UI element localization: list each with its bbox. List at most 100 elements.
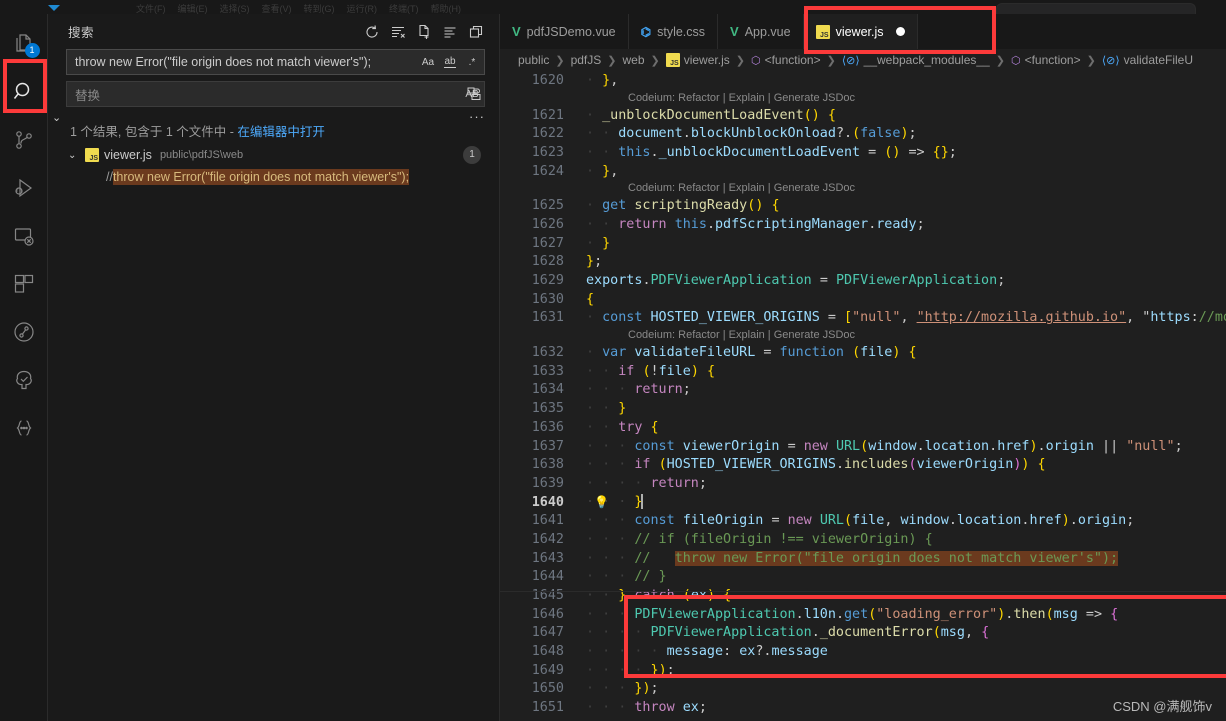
line-number: 1623 <box>531 144 564 160</box>
code-line[interactable]: 💡 1640 · · · } <box>500 493 1226 512</box>
code-line[interactable]: 1649 · · · · }); <box>500 661 1226 680</box>
sidebar-item-json-outline[interactable] <box>0 404 48 452</box>
menu-item-file[interactable]: 文件(F) <box>130 4 172 14</box>
toggle-replace-chevron[interactable]: ⌄ <box>52 111 61 124</box>
code-line[interactable]: 1621 · _unblockDocumentLoadEvent() { <box>500 106 1226 125</box>
code-line[interactable]: 1623 · · this._unblockDocumentLoadEvent =… <box>500 143 1226 162</box>
breadcrumb-item-webpack-modules[interactable]: __webpack_modules__ <box>864 53 990 67</box>
replace-input-wrap[interactable]: 替换 AB <box>66 81 485 107</box>
codelens-actions[interactable]: Codeium: Refactor | Explain | Generate J… <box>586 92 855 104</box>
code-line[interactable]: 1629 exports.PDFViewerApplication = PDFVi… <box>500 271 1226 290</box>
line-number: 1641 <box>531 513 564 529</box>
code-line[interactable]: 1625 · get scriptingReady() { <box>500 196 1226 215</box>
sidebar-item-extensions[interactable] <box>0 260 48 308</box>
replace-all-icon <box>467 87 481 100</box>
code-line[interactable]: 1644 · · · // } <box>500 568 1226 587</box>
result-file-name: viewer.js <box>104 148 152 162</box>
code-line[interactable]: 1627 · } <box>500 234 1226 253</box>
code-line[interactable]: 1635 · · } <box>500 399 1226 418</box>
code-line[interactable]: 1637 · · · const viewerOrigin = new URL(w… <box>500 437 1226 456</box>
tab-viewer-js[interactable]: JS viewer.js <box>803 6 996 54</box>
menu-item-help[interactable]: 帮助(H) <box>425 4 468 14</box>
replace-all-button[interactable] <box>463 82 485 104</box>
code-line[interactable]: 1632 · var validateFileURL = function (fi… <box>500 343 1226 362</box>
refresh-icon <box>366 24 378 38</box>
line-content: · · · · · message: ex?.message <box>586 644 828 660</box>
breadcrumb-item-public[interactable]: public <box>518 53 549 67</box>
tab-pdfjsdemo-vue[interactable]: V pdfJSDemo.vue <box>500 14 629 49</box>
result-file-row[interactable]: ⌄ JS viewer.js public\pdfJS\web 1 <box>48 144 499 166</box>
open-new-search-editor-button[interactable] <box>413 21 435 43</box>
codelens-actions[interactable]: Codeium: Refactor | Explain | Generate J… <box>586 182 855 194</box>
breadcrumb-item-viewerjs[interactable]: viewer.js <box>684 53 730 67</box>
sidebar-item-search[interactable] <box>0 68 48 116</box>
open-in-editor-link[interactable]: 在编辑器中打开 <box>237 125 325 139</box>
code-line[interactable]: 1645 · · } catch (ex) { <box>500 586 1226 605</box>
code-line[interactable]: 1633 · · if (!file) { <box>500 362 1226 381</box>
view-as-list-button[interactable] <box>439 21 461 43</box>
result-match-row[interactable]: // throw new Error("file origin does not… <box>48 166 499 188</box>
menu-item-run[interactable]: 运行(R) <box>341 4 384 14</box>
unsaved-indicator-icon[interactable] <box>895 27 905 36</box>
sidebar-item-gitlens[interactable] <box>0 308 48 356</box>
menu-item-terminal[interactable]: 终端(T) <box>383 4 425 14</box>
match-whole-word-toggle[interactable]: ab <box>440 52 460 72</box>
breadcrumb-item-pdfjs[interactable]: pdfJS <box>571 53 602 67</box>
code-line[interactable]: 1642 · · · // if (fileOrigin !== viewerOr… <box>500 530 1226 549</box>
code-line[interactable]: 1646 · · · PDFViewerApplication.l10n.get(… <box>500 605 1226 624</box>
code-editor[interactable]: 1620 · }, Codeium: Refactor | Explain | Ge… <box>500 71 1226 721</box>
breadcrumb-item-web[interactable]: web <box>622 53 644 67</box>
code-line[interactable]: 1638 · · · if (HOSTED_VIEWER_ORIGINS.incl… <box>500 455 1226 474</box>
toggle-search-details-button[interactable]: ··· <box>469 109 485 124</box>
search-input[interactable]: throw new Error("file origin does not ma… <box>75 55 418 69</box>
code-line[interactable]: 1630 { <box>500 290 1226 309</box>
code-line[interactable]: 1643 · · · // throw new Error("file origi… <box>500 549 1226 568</box>
code-line[interactable]: 1636 · · try { <box>500 418 1226 437</box>
sidebar-item-testing[interactable] <box>0 356 48 404</box>
codelens-actions[interactable]: Codeium: Refactor | Explain | Generate J… <box>586 329 855 341</box>
code-line[interactable]: 1624 · }, <box>500 162 1226 181</box>
code-line[interactable]: 1620 · }, <box>500 71 1226 90</box>
tab-app-vue[interactable]: V App.vue <box>718 14 804 49</box>
line-content: · · · const fileOrigin = new URL(file, w… <box>586 513 1135 529</box>
code-line[interactable]: 1626 · · return this.pdfScriptingManager.… <box>500 215 1226 234</box>
codelens-row[interactable]: Codeium: Refactor | Explain | Generate J… <box>500 90 1226 106</box>
menu-item-goto[interactable]: 转到(G) <box>298 4 341 14</box>
code-line[interactable]: 1628}; <box>500 253 1226 272</box>
collapse-all-button[interactable] <box>465 21 487 43</box>
menu-item-view[interactable]: 查看(V) <box>256 4 298 14</box>
js-file-icon: JS <box>815 24 830 39</box>
lightbulb-icon[interactable]: 💡 <box>594 495 609 509</box>
line-number: 1650 <box>531 681 564 697</box>
menu-item-select[interactable]: 选择(S) <box>214 4 256 14</box>
replace-input[interactable]: 替换 <box>75 85 462 104</box>
code-lines: 1620 · }, Codeium: Refactor | Explain | Ge… <box>500 71 1226 717</box>
menu-items[interactable]: 文件(F) 编辑(E) 选择(S) 查看(V) 转到(G) 运行(R) 终端(T… <box>130 2 467 14</box>
clear-search-results-button[interactable] <box>387 21 409 43</box>
breadcrumb-item-function-1[interactable]: <function> <box>765 53 821 67</box>
sidebar-item-explorer[interactable]: 1 <box>0 20 48 68</box>
breadcrumb-item-function-2[interactable]: <function> <box>1025 53 1081 67</box>
sidebar-item-source-control[interactable] <box>0 116 48 164</box>
code-line[interactable]: 1641 · · · const fileOrigin = new URL(fil… <box>500 511 1226 530</box>
search-input-wrap[interactable]: throw new Error("file origin does not ma… <box>66 49 485 75</box>
use-regex-toggle[interactable]: .* <box>462 52 482 72</box>
refresh-button[interactable] <box>361 21 383 43</box>
menu-item-edit[interactable]: 编辑(E) <box>172 4 214 14</box>
code-line[interactable]: 1647 · · · · PDFViewerApplication._docume… <box>500 624 1226 643</box>
tab-style-css[interactable]: ⌬ style.css <box>628 14 719 49</box>
line-number: 1628 <box>531 254 564 270</box>
code-line[interactable]: 1648 · · · · · message: ex?.message <box>500 642 1226 661</box>
code-line[interactable]: 1639 · · · · return; <box>500 474 1226 493</box>
match-case-toggle[interactable]: Aa <box>418 52 438 72</box>
code-line[interactable]: 1631 · const HOSTED_VIEWER_ORIGINS = ["nu… <box>500 309 1226 328</box>
codelens-row[interactable]: Codeium: Refactor | Explain | Generate J… <box>500 180 1226 196</box>
sidebar-item-remote-explorer[interactable] <box>0 212 48 260</box>
chevron-down-icon[interactable]: ⌄ <box>68 150 80 161</box>
codelens-row[interactable]: Codeium: Refactor | Explain | Generate J… <box>500 327 1226 343</box>
code-line[interactable]: 1622 · · document.blockUnblockOnload?.(fa… <box>500 124 1226 143</box>
sidebar-item-run-and-debug[interactable] <box>0 164 48 212</box>
code-line[interactable]: 1634 · · · return; <box>500 381 1226 400</box>
search-inputs: ⌄ throw new Error("file origin does not … <box>48 49 499 124</box>
breadcrumb-item-validatefileurl[interactable]: validateFileU <box>1124 53 1193 67</box>
